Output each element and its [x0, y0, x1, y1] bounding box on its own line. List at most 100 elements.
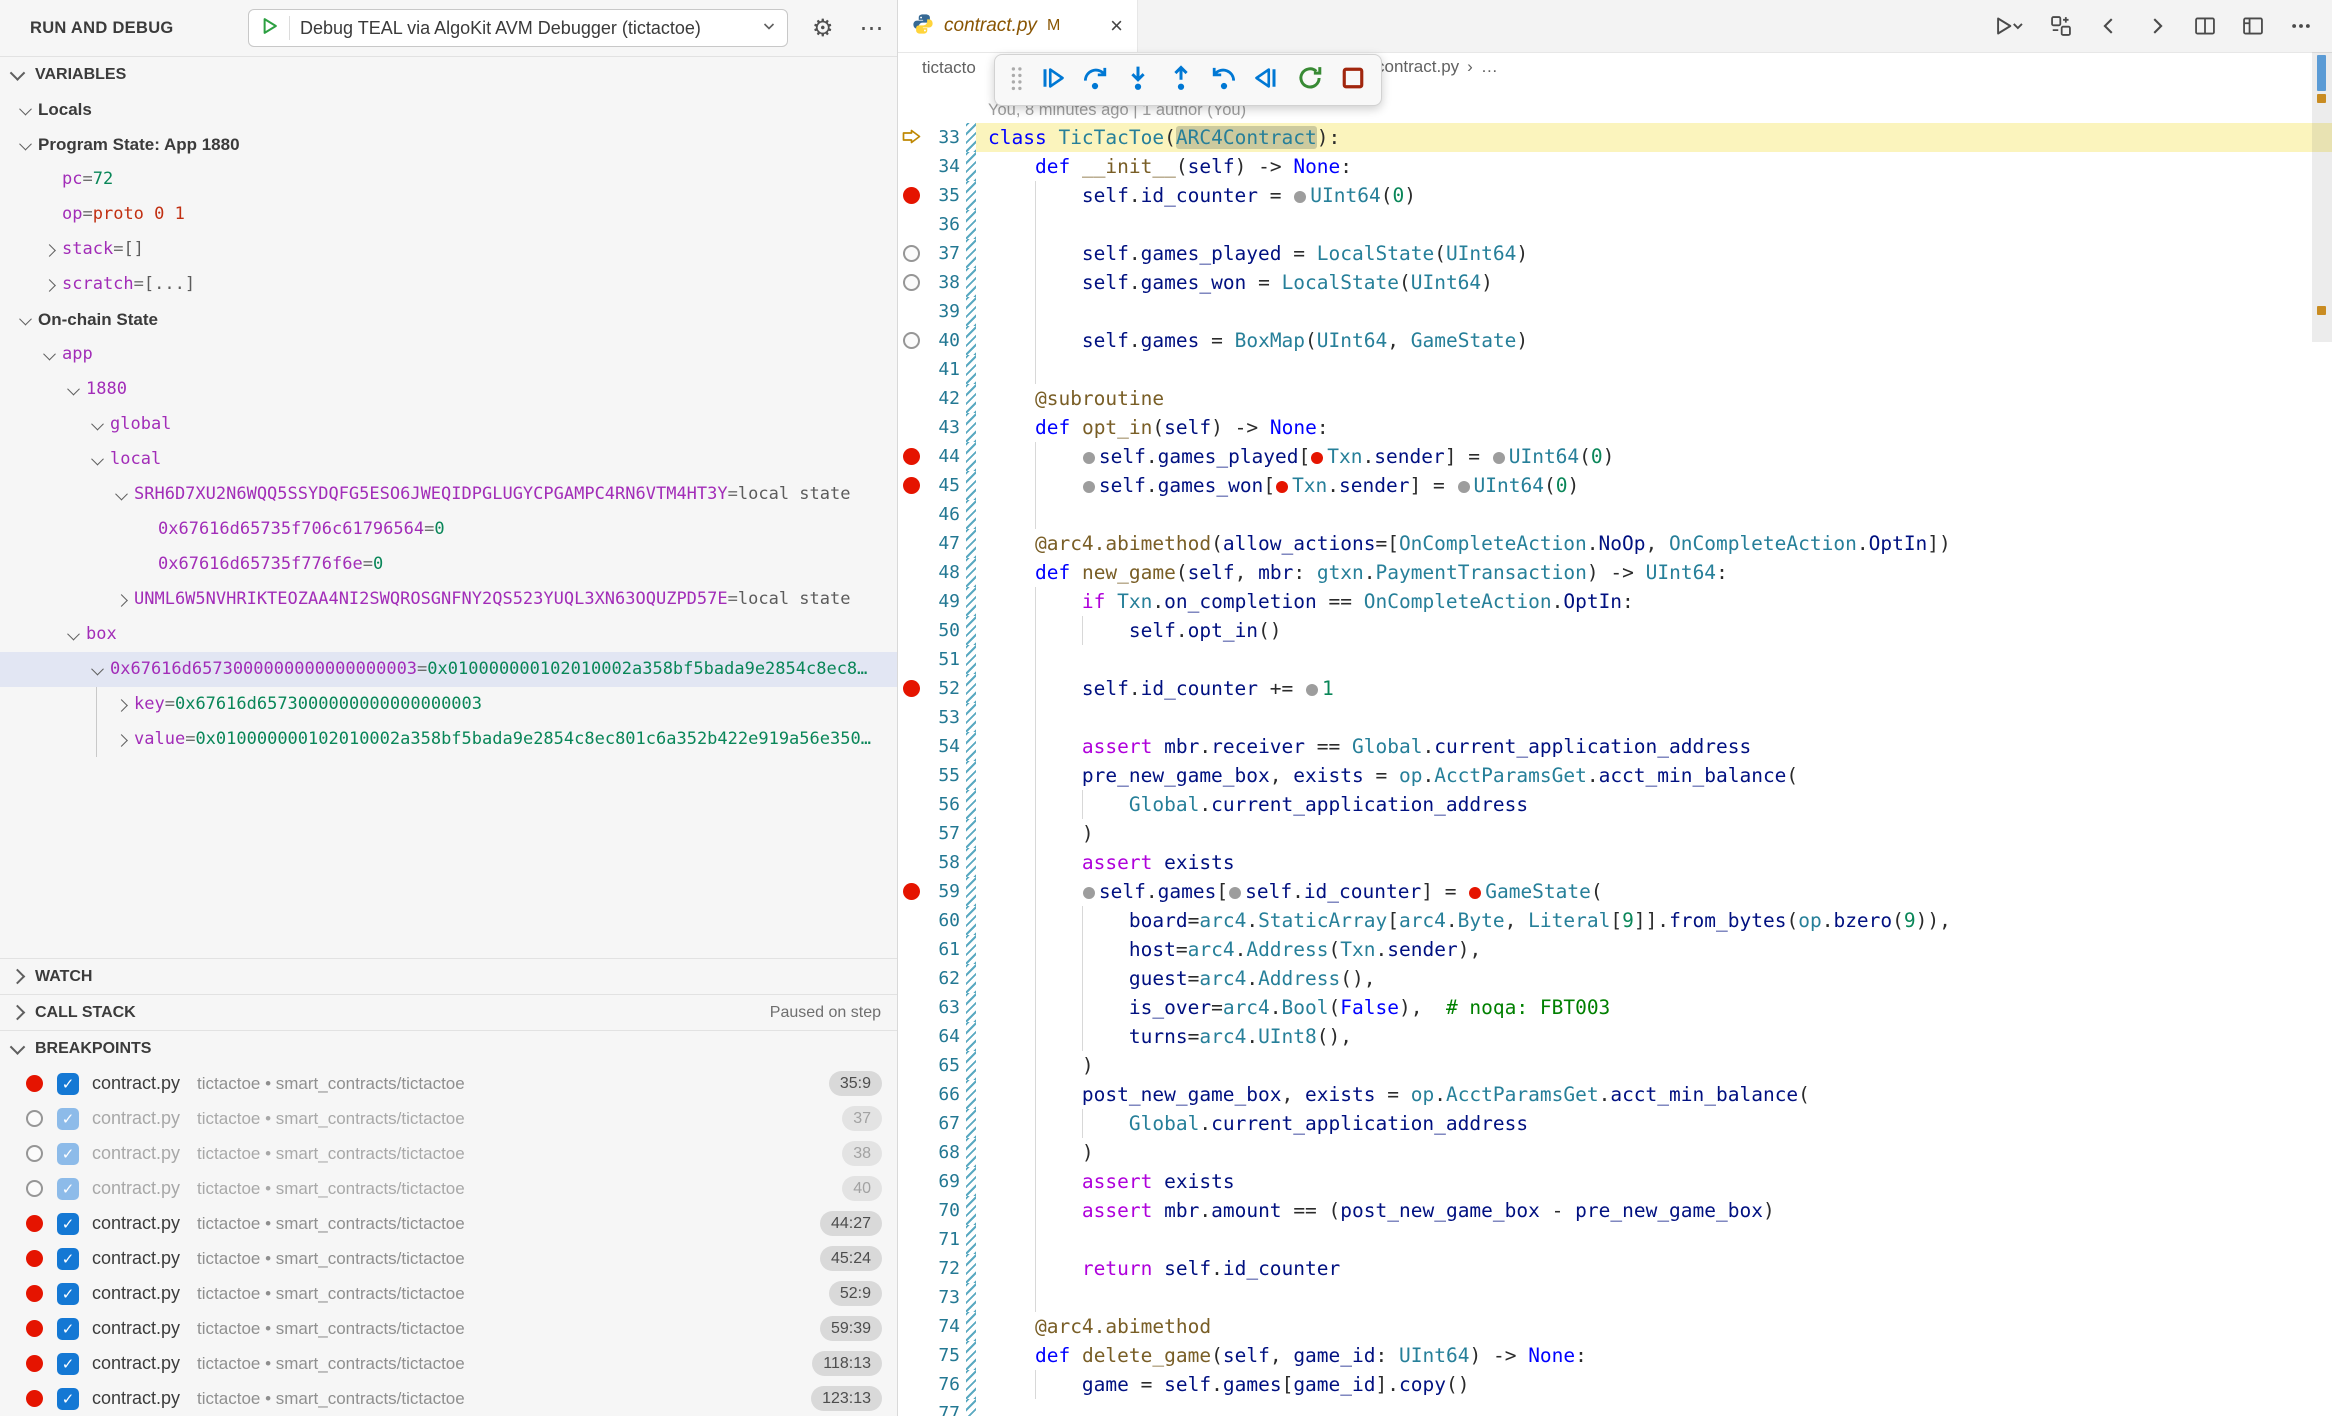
variable-row[interactable]: Locals — [0, 92, 897, 127]
variable-row[interactable]: value = 0x010000000102010002a358bf5bada9… — [0, 722, 897, 757]
breakpoint-row[interactable]: ✓contract.pytictactoe • smart_contracts/… — [0, 1381, 897, 1416]
code-text[interactable] — [976, 1399, 2332, 1416]
breakpoint-gutter[interactable] — [898, 268, 924, 297]
breakpoints-section-header[interactable]: BREAKPOINTS — [0, 1030, 897, 1066]
code-text[interactable] — [976, 645, 2332, 674]
code-text[interactable]: return self.id_counter — [976, 1254, 2332, 1283]
code-text[interactable]: assert exists — [976, 848, 2332, 877]
breakpoint-gutter[interactable] — [898, 1254, 924, 1283]
breakpoint-checkbox[interactable]: ✓ — [57, 1318, 79, 1340]
breakpoint-gutter[interactable] — [898, 1051, 924, 1080]
variable-row[interactable]: key = 0x67616d6573000000000000000003 — [0, 687, 897, 722]
breakpoint-gutter[interactable] — [898, 1399, 924, 1416]
variable-row[interactable]: Program State: App 1880 — [0, 127, 897, 162]
code-text[interactable]: self.games_won[Txn.sender] = UInt64(0) — [976, 471, 2332, 500]
breakpoint-row[interactable]: ✓contract.pytictactoe • smart_contracts/… — [0, 1171, 897, 1206]
continue-button[interactable] — [1038, 64, 1066, 97]
breakpoint-gutter[interactable] — [898, 1196, 924, 1225]
customize-layout-icon[interactable] — [2242, 15, 2264, 37]
variable-row[interactable]: global — [0, 407, 897, 442]
code-text[interactable]: @arc4.abimethod — [976, 1312, 2332, 1341]
code-text[interactable]: post_new_game_box, exists = op.AcctParam… — [976, 1080, 2332, 1109]
breakpoint-checkbox[interactable]: ✓ — [57, 1248, 79, 1270]
more-actions-icon[interactable] — [2290, 15, 2312, 37]
code-text[interactable]: @arc4.abimethod(allow_actions=[OnComplet… — [976, 529, 2332, 558]
code-text[interactable]: game = self.games[game_id].copy() — [976, 1370, 2332, 1399]
variable-row[interactable]: stack = [] — [0, 232, 897, 267]
code-text[interactable]: ) — [976, 819, 2332, 848]
breakpoint-gutter[interactable] — [898, 848, 924, 877]
variable-row[interactable]: pc = 72 — [0, 162, 897, 197]
breakpoint-row[interactable]: ✓contract.pytictactoe • smart_contracts/… — [0, 1311, 897, 1346]
variable-row[interactable]: 0x67616d6573000000000000000003 = 0x01000… — [0, 652, 897, 687]
breakpoint-gutter[interactable] — [898, 326, 924, 355]
breakpoint-gutter[interactable] — [898, 500, 924, 529]
reverse-continue-button[interactable] — [1253, 64, 1281, 97]
breakpoint-checkbox[interactable]: ✓ — [57, 1073, 79, 1095]
variable-row[interactable]: app — [0, 337, 897, 372]
breakpoint-gutter[interactable] — [898, 123, 924, 152]
step-into-button[interactable] — [1124, 64, 1152, 97]
code-text[interactable]: self.games_won = LocalState(UInt64) — [976, 268, 2332, 297]
code-text[interactable]: self.id_counter = UInt64(0) — [976, 181, 2332, 210]
code-text[interactable]: pre_new_game_box, exists = op.AcctParams… — [976, 761, 2332, 790]
breakpoint-row[interactable]: ✓contract.pytictactoe • smart_contracts/… — [0, 1346, 897, 1381]
breakpoint-gutter[interactable] — [898, 964, 924, 993]
breakpoint-gutter[interactable] — [898, 239, 924, 268]
code-text[interactable]: def __init__(self) -> None: — [976, 152, 2332, 181]
variable-row[interactable]: scratch = [...] — [0, 267, 897, 302]
breakpoint-row[interactable]: ✓contract.pytictactoe • smart_contracts/… — [0, 1101, 897, 1136]
debug-config-dropdown[interactable]: Debug TEAL via AlgoKit AVM Debugger (tic… — [248, 9, 788, 47]
code-text[interactable]: ) — [976, 1051, 2332, 1080]
tab-contract-py[interactable]: contract.py M × — [898, 0, 1138, 52]
breakpoint-gutter[interactable] — [898, 1167, 924, 1196]
breakpoint-gutter[interactable] — [898, 993, 924, 1022]
code-text[interactable]: guest=arc4.Address(), — [976, 964, 2332, 993]
code-text[interactable] — [976, 1225, 2332, 1254]
breakpoint-gutter[interactable] — [898, 471, 924, 500]
breakpoint-gutter[interactable] — [898, 1022, 924, 1051]
breadcrumb-file[interactable]: contract.py › … — [1376, 52, 1498, 82]
breakpoint-gutter[interactable] — [898, 1225, 924, 1254]
breakpoint-gutter[interactable] — [898, 1312, 924, 1341]
code-text[interactable]: self.opt_in() — [976, 616, 2332, 645]
code-text[interactable] — [976, 210, 2332, 239]
code-text[interactable]: turns=arc4.UInt8(), — [976, 1022, 2332, 1051]
start-debugging-icon[interactable] — [259, 16, 279, 41]
code-text[interactable]: Global.current_application_address — [976, 790, 2332, 819]
breakpoint-checkbox[interactable]: ✓ — [57, 1143, 79, 1165]
breakpoint-gutter[interactable] — [898, 384, 924, 413]
breakpoint-gutter[interactable] — [898, 674, 924, 703]
code-text[interactable]: if Txn.on_completion == OnCompleteAction… — [976, 587, 2332, 616]
breakpoint-gutter[interactable] — [898, 761, 924, 790]
variable-row[interactable]: SRH6D7XU2N6WQQ5SSYDQFG5ESO6JWEQIDPGLUGYC… — [0, 477, 897, 512]
breakpoint-gutter[interactable] — [898, 935, 924, 964]
code-text[interactable] — [976, 355, 2332, 384]
code-text[interactable]: assert exists — [976, 1167, 2332, 1196]
breakpoint-gutter[interactable] — [898, 181, 924, 210]
stop-button[interactable] — [1339, 64, 1367, 97]
breakpoint-gutter[interactable] — [898, 1138, 924, 1167]
gear-icon[interactable]: ⚙ — [812, 14, 834, 43]
breadcrumb-file-label[interactable]: contract.py — [1376, 57, 1459, 77]
breakpoint-checkbox[interactable]: ✓ — [57, 1353, 79, 1375]
code-text[interactable]: def opt_in(self) -> None: — [976, 413, 2332, 442]
code-text[interactable]: assert mbr.receiver == Global.current_ap… — [976, 732, 2332, 761]
restart-button[interactable] — [1296, 64, 1324, 97]
breakpoint-checkbox[interactable]: ✓ — [57, 1178, 79, 1200]
breakpoint-gutter[interactable] — [898, 442, 924, 471]
breakpoint-gutter[interactable] — [898, 152, 924, 181]
breakpoint-gutter[interactable] — [898, 732, 924, 761]
code-text[interactable]: self.games[self.id_counter] = GameState( — [976, 877, 2332, 906]
go-back-icon[interactable] — [2098, 15, 2120, 37]
code-text[interactable] — [976, 297, 2332, 326]
code-text[interactable]: def new_game(self, mbr: gtxn.PaymentTran… — [976, 558, 2332, 587]
step-over-button[interactable] — [1081, 64, 1109, 97]
breakpoint-gutter[interactable] — [898, 1283, 924, 1312]
variable-row[interactable]: On-chain State — [0, 302, 897, 337]
breakpoint-checkbox[interactable]: ✓ — [57, 1283, 79, 1305]
code-text[interactable] — [976, 500, 2332, 529]
variable-row[interactable]: box — [0, 617, 897, 652]
breakpoint-gutter[interactable] — [898, 819, 924, 848]
breakpoint-gutter[interactable] — [898, 587, 924, 616]
